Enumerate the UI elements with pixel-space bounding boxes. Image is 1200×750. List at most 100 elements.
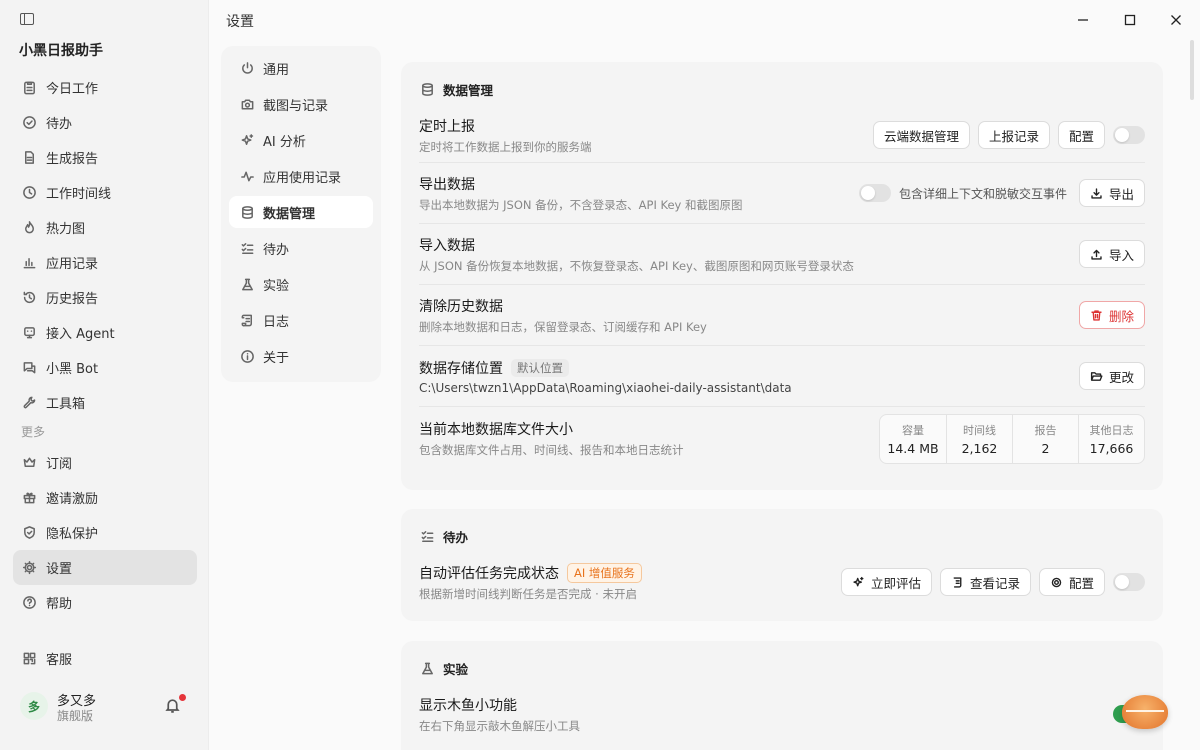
- clipboard-icon: [21, 80, 37, 96]
- notification-bell-icon[interactable]: [164, 694, 186, 715]
- checklist-icon: [419, 528, 435, 544]
- report-records-button[interactable]: 上报记录: [977, 121, 1050, 149]
- user-plan: 旗舰版: [57, 709, 94, 723]
- button-label: 立即评估: [870, 575, 921, 591]
- sparkle-icon: [239, 132, 255, 148]
- sidebar: 小黑日报助手 今日工作 待办 生成报告 工作时间线 热力图 应用记录 历史报告: [0, 0, 209, 750]
- sidebar-item-generate-report[interactable]: 生成报告: [13, 140, 197, 175]
- sidebar-item-bot[interactable]: 小黑 Bot: [13, 350, 197, 385]
- sidebar-item-invite[interactable]: 邀请激励: [13, 480, 197, 515]
- button-label: 导出: [1108, 186, 1134, 202]
- card-header: 数据管理: [419, 62, 1145, 108]
- info-icon: [239, 348, 255, 364]
- todo-config-button[interactable]: 配置: [1038, 568, 1105, 596]
- tab-label: 关于: [263, 350, 290, 366]
- config-button[interactable]: 配置: [1057, 121, 1105, 149]
- row-title: 导入数据: [419, 237, 475, 254]
- sidebar-item-todo[interactable]: 待办: [13, 105, 197, 140]
- tab-label: 实验: [263, 278, 290, 294]
- tab-app-usage[interactable]: 应用使用记录: [229, 160, 373, 192]
- content-scrollbar[interactable]: [1190, 40, 1194, 100]
- app-title: 小黑日报助手: [19, 43, 103, 59]
- tab-general[interactable]: 通用: [229, 52, 373, 84]
- experiment-card: 实验 显示木鱼小功能 在右下角显示敲木鱼解压小工具: [401, 641, 1163, 750]
- activity-icon: [239, 168, 255, 184]
- sidebar-item-help[interactable]: 帮助: [13, 585, 197, 620]
- sidebar-item-subscription[interactable]: 订阅: [13, 445, 197, 480]
- document-icon: [21, 150, 37, 166]
- scheduled-report-row: 定时上报 定时将工作数据上报到你的服务端 云端数据管理 上报记录 配置: [419, 108, 1145, 162]
- tab-ai-analysis[interactable]: AI 分析: [229, 124, 373, 156]
- maximize-icon[interactable]: [1117, 7, 1143, 33]
- scheduled-report-toggle[interactable]: [1113, 126, 1145, 144]
- flask-icon: [239, 276, 255, 292]
- sidebar-item-app-records[interactable]: 应用记录: [13, 245, 197, 280]
- delete-button[interactable]: 删除: [1078, 301, 1145, 329]
- wooden-fish-widget-icon[interactable]: [1122, 695, 1168, 729]
- checklist-icon: [239, 240, 255, 256]
- sidebar-item-agent[interactable]: 接入 Agent: [13, 315, 197, 350]
- view-records-button[interactable]: 查看记录: [939, 568, 1031, 596]
- user-profile[interactable]: 多 多又多 旗舰版: [20, 690, 190, 724]
- sidebar-item-toolbox[interactable]: 工具箱: [13, 385, 197, 420]
- auto-evaluate-toggle[interactable]: [1113, 573, 1145, 591]
- row-title: 清除历史数据: [419, 298, 503, 315]
- plug-icon: [21, 325, 37, 341]
- todo-card: 待办 自动评估任务完成状态 AI 增值服务 根据新增时间线判断任务是否完成 · …: [401, 509, 1163, 621]
- export-button[interactable]: 导出: [1078, 179, 1145, 207]
- import-button[interactable]: 导入: [1078, 240, 1145, 268]
- row-desc: 导出本地数据为 JSON 备份，不含登录态、API Key 和截图原图: [419, 197, 743, 212]
- gear-icon: [21, 560, 37, 576]
- card-header: 实验: [419, 641, 1145, 687]
- power-icon: [239, 60, 255, 76]
- crown-icon: [21, 455, 37, 471]
- sidebar-item-label: 历史报告: [46, 292, 99, 307]
- sidebar-item-support[interactable]: 客服: [13, 641, 197, 676]
- close-icon[interactable]: [1163, 7, 1189, 33]
- change-location-button[interactable]: 更改: [1078, 362, 1145, 390]
- sidebar-item-settings[interactable]: 设置: [13, 550, 197, 585]
- row-title-text: 数据存储位置: [419, 360, 503, 377]
- evaluate-now-button[interactable]: 立即评估: [840, 568, 932, 596]
- button-label: 查看记录: [969, 575, 1020, 591]
- tab-data-management[interactable]: 数据管理: [229, 196, 373, 228]
- tab-experiment[interactable]: 实验: [229, 268, 373, 300]
- avatar[interactable]: 多: [20, 692, 48, 720]
- flame-icon: [21, 220, 37, 236]
- sidebar-item-timeline[interactable]: 工作时间线: [13, 175, 197, 210]
- sidebar-item-privacy[interactable]: 隐私保护: [13, 515, 197, 550]
- settings-content: 数据管理 定时上报 定时将工作数据上报到你的服务端 云端数据管理 上报记录 配置…: [385, 40, 1185, 750]
- row-desc: 删除本地数据和日志，保留登录态、订阅缓存和 API Key: [419, 319, 707, 334]
- stat-label: 其他日志: [1089, 423, 1134, 437]
- gift-icon: [21, 490, 37, 506]
- minimize-icon[interactable]: [1070, 7, 1096, 33]
- sidebar-item-label: 帮助: [46, 597, 73, 612]
- data-management-card: 数据管理 定时上报 定时将工作数据上报到你的服务端 云端数据管理 上报记录 配置…: [401, 62, 1163, 490]
- tab-screenshot[interactable]: 截图与记录: [229, 88, 373, 120]
- storage-location-row: 数据存储位置 默认位置 C:\Users\twzn1\AppData\Roami…: [419, 345, 1145, 406]
- tab-logs[interactable]: 日志: [229, 304, 373, 336]
- card-title: 待办: [443, 529, 469, 545]
- stat-label: 时间线: [963, 423, 996, 437]
- sidebar-item-today[interactable]: 今日工作: [13, 70, 197, 105]
- stat-capacity: 容量 14.4 MB: [880, 415, 946, 463]
- tab-todo[interactable]: 待办: [229, 232, 373, 264]
- clock-icon: [21, 185, 37, 201]
- sidebar-item-history-reports[interactable]: 历史报告: [13, 280, 197, 315]
- storage-path: C:\Users\twzn1\AppData\Roaming\xiaohei-d…: [419, 380, 792, 395]
- download-icon: [1091, 187, 1102, 199]
- include-details-toggle[interactable]: [858, 184, 891, 202]
- qr-code-icon: [21, 651, 37, 667]
- tab-label: 数据管理: [263, 206, 316, 222]
- sidebar-item-heatmap[interactable]: 热力图: [13, 210, 197, 245]
- import-row: 导入数据 从 JSON 备份恢复本地数据，不恢复登录态、API Key、截图原图…: [419, 223, 1145, 284]
- row-desc: 在右下角显示敲木鱼解压小工具: [419, 718, 580, 733]
- database-icon: [239, 204, 255, 220]
- cloud-data-button[interactable]: 云端数据管理: [872, 121, 970, 149]
- sidebar-section-more: 更多: [21, 425, 46, 439]
- export-row: 导出数据 导出本地数据为 JSON 备份，不含登录态、API Key 和截图原图…: [419, 162, 1145, 223]
- scroll-icon: [239, 312, 255, 328]
- bar-chart-icon: [21, 255, 37, 271]
- tab-about[interactable]: 关于: [229, 340, 373, 372]
- sidebar-toggle-icon[interactable]: [20, 13, 34, 25]
